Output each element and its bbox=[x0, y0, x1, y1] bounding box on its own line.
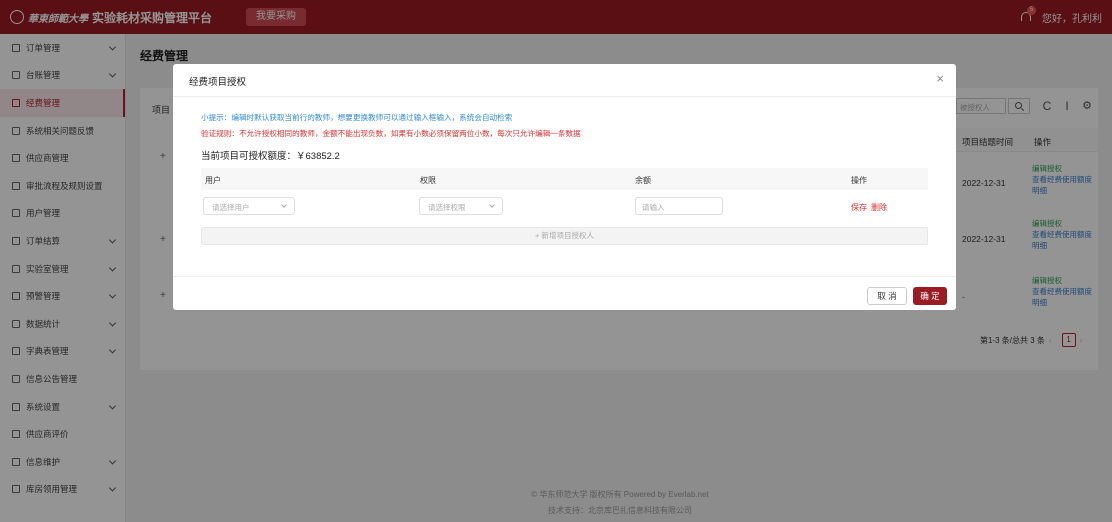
modal-title: 经费项目授权 bbox=[189, 77, 247, 88]
tip-text: 小提示：编辑时默认获取当前行的教师，想要更换教师可以通过输入框输入，系统会自动检… bbox=[201, 113, 513, 122]
add-authorizer-button[interactable]: + 新增项目授权人 bbox=[201, 227, 928, 245]
close-icon[interactable]: × bbox=[936, 71, 944, 86]
confirm-button[interactable]: 确 定 bbox=[913, 287, 947, 305]
user-select[interactable]: 请选择用户 bbox=[203, 197, 295, 215]
save-row-link[interactable]: 保存 bbox=[851, 202, 867, 213]
balance-input[interactable]: 请输入 bbox=[635, 197, 723, 215]
auth-table-header: 用户 权限 余额 操作 bbox=[201, 168, 928, 190]
validation-rule-text: 验证规则：不允许授权相同的教师，金额不能出现负数，如果有小数必须保留两位小数，每… bbox=[201, 129, 581, 138]
cancel-button[interactable]: 取 消 bbox=[867, 287, 907, 305]
divider bbox=[173, 96, 956, 97]
column-header-user: 用户 bbox=[205, 176, 221, 185]
fund-auth-modal: 经费项目授权 × 小提示：编辑时默认获取当前行的教师，想要更换教师可以通过输入框… bbox=[173, 64, 956, 310]
chevron-down-icon bbox=[489, 202, 495, 208]
column-header-permission: 权限 bbox=[420, 176, 436, 185]
column-header-action: 操作 bbox=[851, 176, 867, 185]
delete-row-link[interactable]: 删除 bbox=[871, 202, 887, 213]
chevron-down-icon bbox=[281, 202, 287, 208]
available-quota: 当前项目可授权额度：￥63852.2 bbox=[201, 151, 340, 162]
column-header-balance: 余额 bbox=[635, 176, 651, 185]
permission-select[interactable]: 请选择权限 bbox=[419, 197, 503, 215]
divider bbox=[173, 276, 956, 277]
